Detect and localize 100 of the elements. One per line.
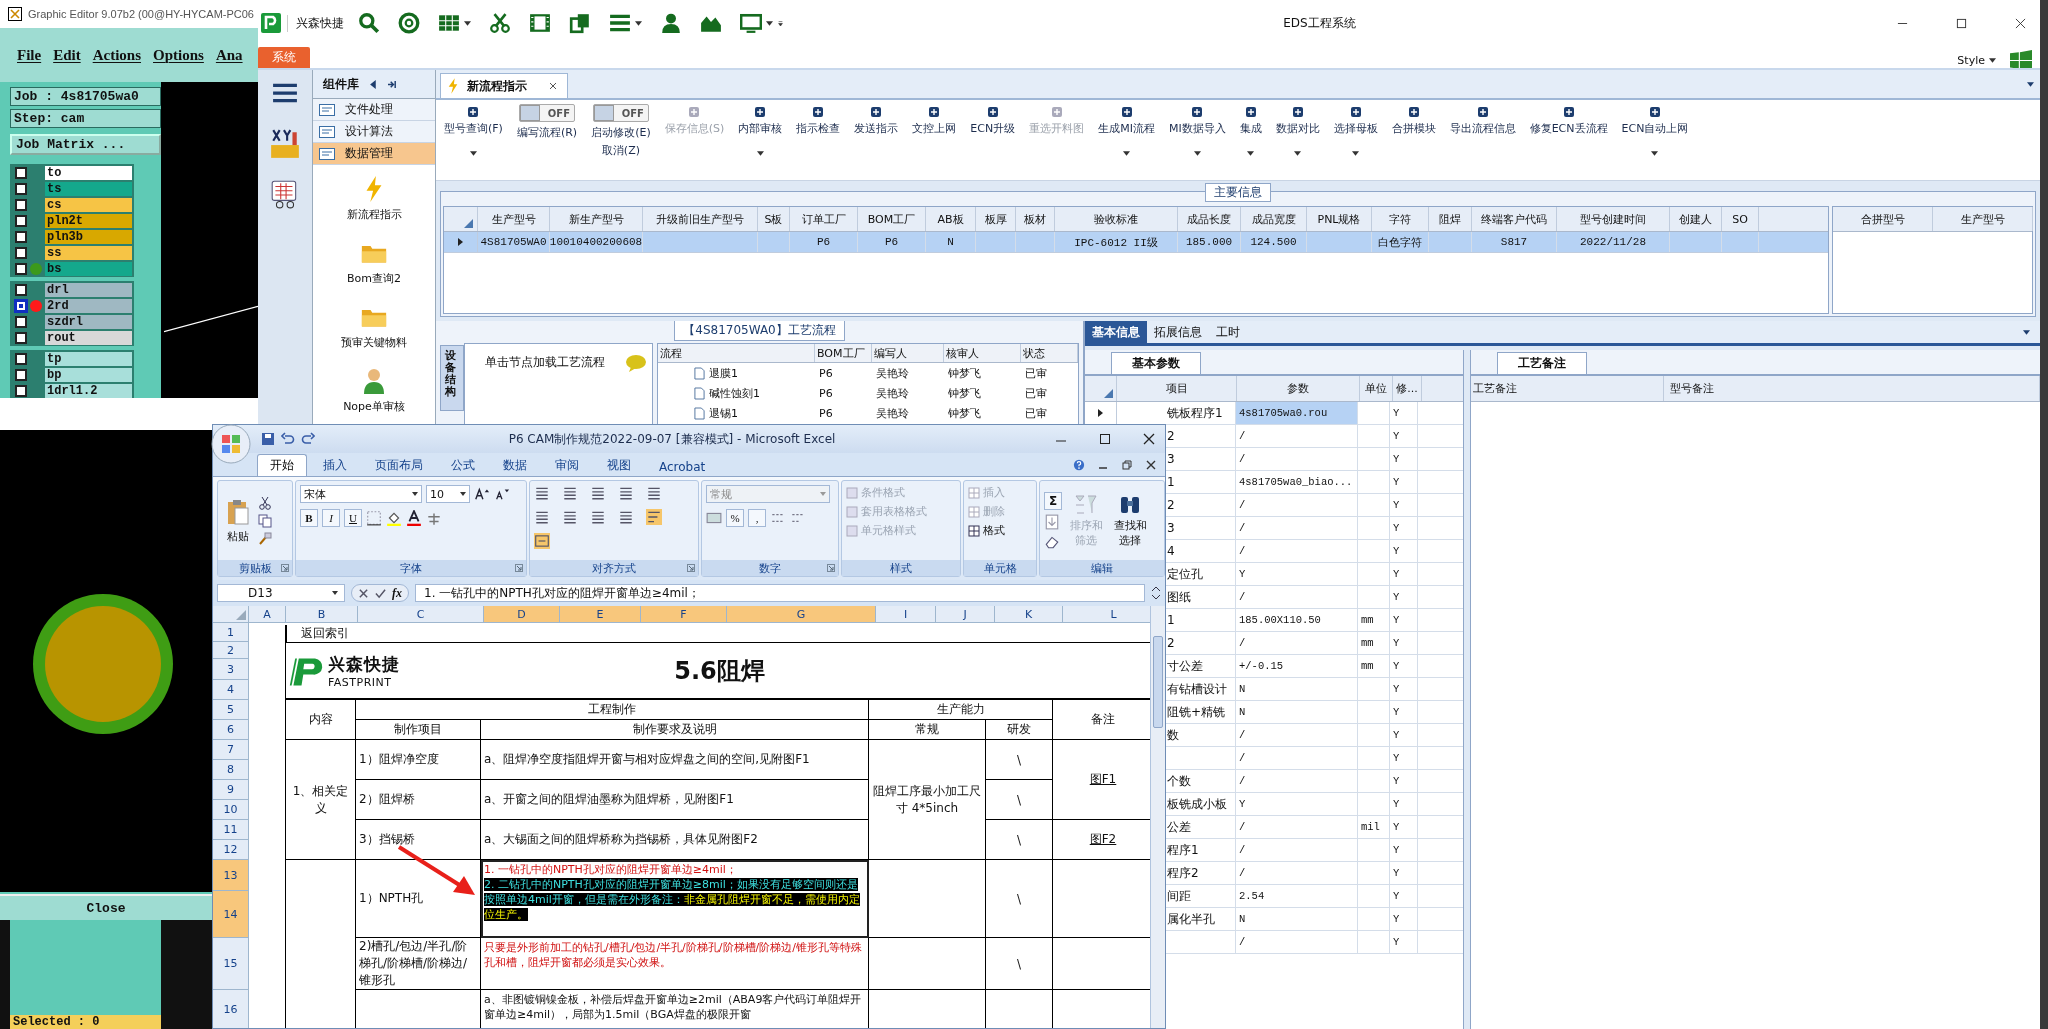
column-header[interactable]: B [286, 606, 358, 622]
cancel-label[interactable]: 取消(Z) [601, 143, 640, 158]
tab[interactable]: 基本信息 [1085, 321, 1147, 343]
layer-name[interactable]: pln2t [45, 213, 132, 228]
table-cell[interactable]: / [1236, 448, 1358, 470]
name-box[interactable]: D13 [217, 584, 345, 602]
select-all-icon[interactable] [464, 219, 473, 228]
tab[interactable]: 拓展信息 [1147, 321, 1209, 343]
column-header[interactable]: AB板 [926, 207, 976, 231]
menu-item[interactable]: Edit [53, 46, 81, 64]
layer-name[interactable]: tp [45, 351, 132, 366]
layer-name[interactable]: 2rd [45, 298, 132, 313]
font-size-field[interactable]: 10 [426, 485, 470, 503]
toolbar-button[interactable]: 导出流程信息 [1449, 104, 1516, 136]
column-header[interactable]: 项目 [1117, 376, 1237, 401]
table-row[interactable]: 4S81705WA0 10010400200608 P6 P6 N IPC-6012 II级 185.000 124.500 白色字符 S817 2022/11/28 [444, 232, 1828, 253]
toggle-switch[interactable]: OFF [519, 104, 576, 122]
module-item[interactable]: 数据管理 [313, 143, 435, 165]
caret-icon[interactable] [1352, 151, 1360, 156]
close-icon[interactable] [2015, 17, 2026, 29]
font-name-field[interactable]: 宋体 [300, 485, 422, 503]
list-icon[interactable] [609, 12, 631, 34]
layer-name[interactable]: ts [45, 181, 132, 196]
collapse-icon[interactable] [369, 79, 378, 89]
column-header[interactable]: 单位 [1360, 376, 1393, 401]
layer-checkbox[interactable] [15, 246, 27, 259]
ribbon-tab[interactable]: 插入 [311, 455, 359, 476]
menu-item[interactable]: File [17, 46, 42, 64]
document-tab[interactable]: 新流程指示 [440, 73, 568, 98]
align-middle-icon[interactable] [562, 485, 578, 501]
autosum-button[interactable]: Σ [1044, 491, 1062, 510]
currency-icon[interactable] [706, 510, 722, 526]
column-header[interactable]: SO [1722, 207, 1759, 231]
column-header[interactable]: 生产型号 [1933, 207, 2033, 231]
layer-checkbox[interactable] [15, 352, 27, 365]
back-link[interactable]: 返回索引 [285, 625, 556, 642]
border-icon[interactable] [366, 510, 382, 526]
toolbar-button[interactable]: 选择母板 [1333, 104, 1378, 156]
caret-icon[interactable] [1294, 151, 1302, 156]
close-button[interactable]: Close [0, 894, 212, 920]
format-button[interactable]: B [300, 509, 318, 527]
row-header[interactable]: 14 [213, 891, 248, 938]
column-header[interactable]: A [249, 606, 286, 622]
layer-checkbox[interactable] [15, 198, 27, 211]
column-header[interactable]: 成品长度 [1178, 207, 1241, 231]
launcher-item[interactable]: Bom查询2 [313, 229, 435, 293]
toolbar-button[interactable]: ECN自动上网 [1621, 104, 1689, 156]
toolbar-button[interactable]: 集成 [1239, 104, 1262, 156]
layer-name[interactable]: ss [45, 245, 132, 260]
align-bottom-icon[interactable] [590, 485, 606, 501]
table-cell[interactable]: +/-0.15 [1236, 655, 1358, 677]
caret-icon[interactable] [756, 151, 764, 156]
phonetic-icon[interactable] [426, 510, 442, 526]
outdent-icon[interactable] [590, 509, 606, 525]
table-cell[interactable]: N [1236, 701, 1358, 723]
table-cell[interactable]: / [1236, 494, 1358, 516]
grid-icon[interactable] [438, 12, 460, 34]
row-header[interactable]: 13 [213, 860, 248, 891]
menu-icon[interactable] [272, 82, 298, 104]
column-header[interactable]: J [936, 606, 995, 622]
row-header[interactable]: 16 [213, 990, 248, 1028]
caret-icon[interactable] [766, 20, 773, 26]
table-cell[interactable]: / [1236, 517, 1358, 539]
ribbon-tab[interactable]: Acrobat [647, 458, 718, 476]
layer-name[interactable]: to [45, 165, 132, 180]
tree-node[interactable]: 退锡1 [709, 405, 738, 421]
column-header[interactable]: 状态 [1021, 344, 1078, 362]
caret-icon[interactable] [635, 20, 642, 26]
caret-icon[interactable] [1123, 151, 1130, 156]
dialog-launcher-icon[interactable] [281, 564, 289, 572]
restore-icon[interactable] [1121, 458, 1133, 471]
format-button[interactable]: I [322, 509, 340, 527]
scissors-icon[interactable] [489, 12, 511, 34]
style-menu[interactable]: Style [1957, 53, 1985, 67]
dialog-launcher-icon[interactable] [827, 564, 835, 572]
grow-font-icon[interactable] [474, 486, 490, 502]
layer-checkbox[interactable] [15, 331, 27, 344]
row-header[interactable]: 6 [213, 720, 248, 740]
copy-icon[interactable] [258, 513, 272, 528]
layer-name[interactable]: 1drl1.2 [45, 383, 132, 398]
brush-icon[interactable] [258, 531, 272, 546]
launcher-item[interactable]: Nope单审核 [313, 357, 435, 421]
column-header[interactable]: 生产型号 [478, 207, 550, 231]
align-center-icon[interactable] [534, 509, 550, 525]
help-icon[interactable] [1073, 458, 1085, 471]
expand-icon[interactable] [1151, 586, 1161, 600]
tab[interactable]: 基本参数 [1111, 352, 1201, 374]
scissors-icon[interactable] [258, 495, 272, 510]
layer-name[interactable]: cs [45, 197, 132, 212]
column-header[interactable]: K [995, 606, 1063, 622]
align-right-icon[interactable] [562, 509, 578, 525]
toolbar-button[interactable]: ECN升级 [970, 104, 1016, 136]
toolbar-button[interactable]: 合拼模块 [1391, 104, 1436, 136]
column-header[interactable]: S板 [758, 207, 790, 231]
tab[interactable]: 工时 [1209, 321, 1247, 343]
column-header[interactable]: 成品宽度 [1241, 207, 1307, 231]
toolbar-button[interactable]: 指示检查 [796, 104, 841, 136]
column-header[interactable]: 验收标准 [1055, 207, 1178, 231]
column-header[interactable]: E [560, 606, 641, 622]
table-cell[interactable]: / [1236, 770, 1358, 792]
